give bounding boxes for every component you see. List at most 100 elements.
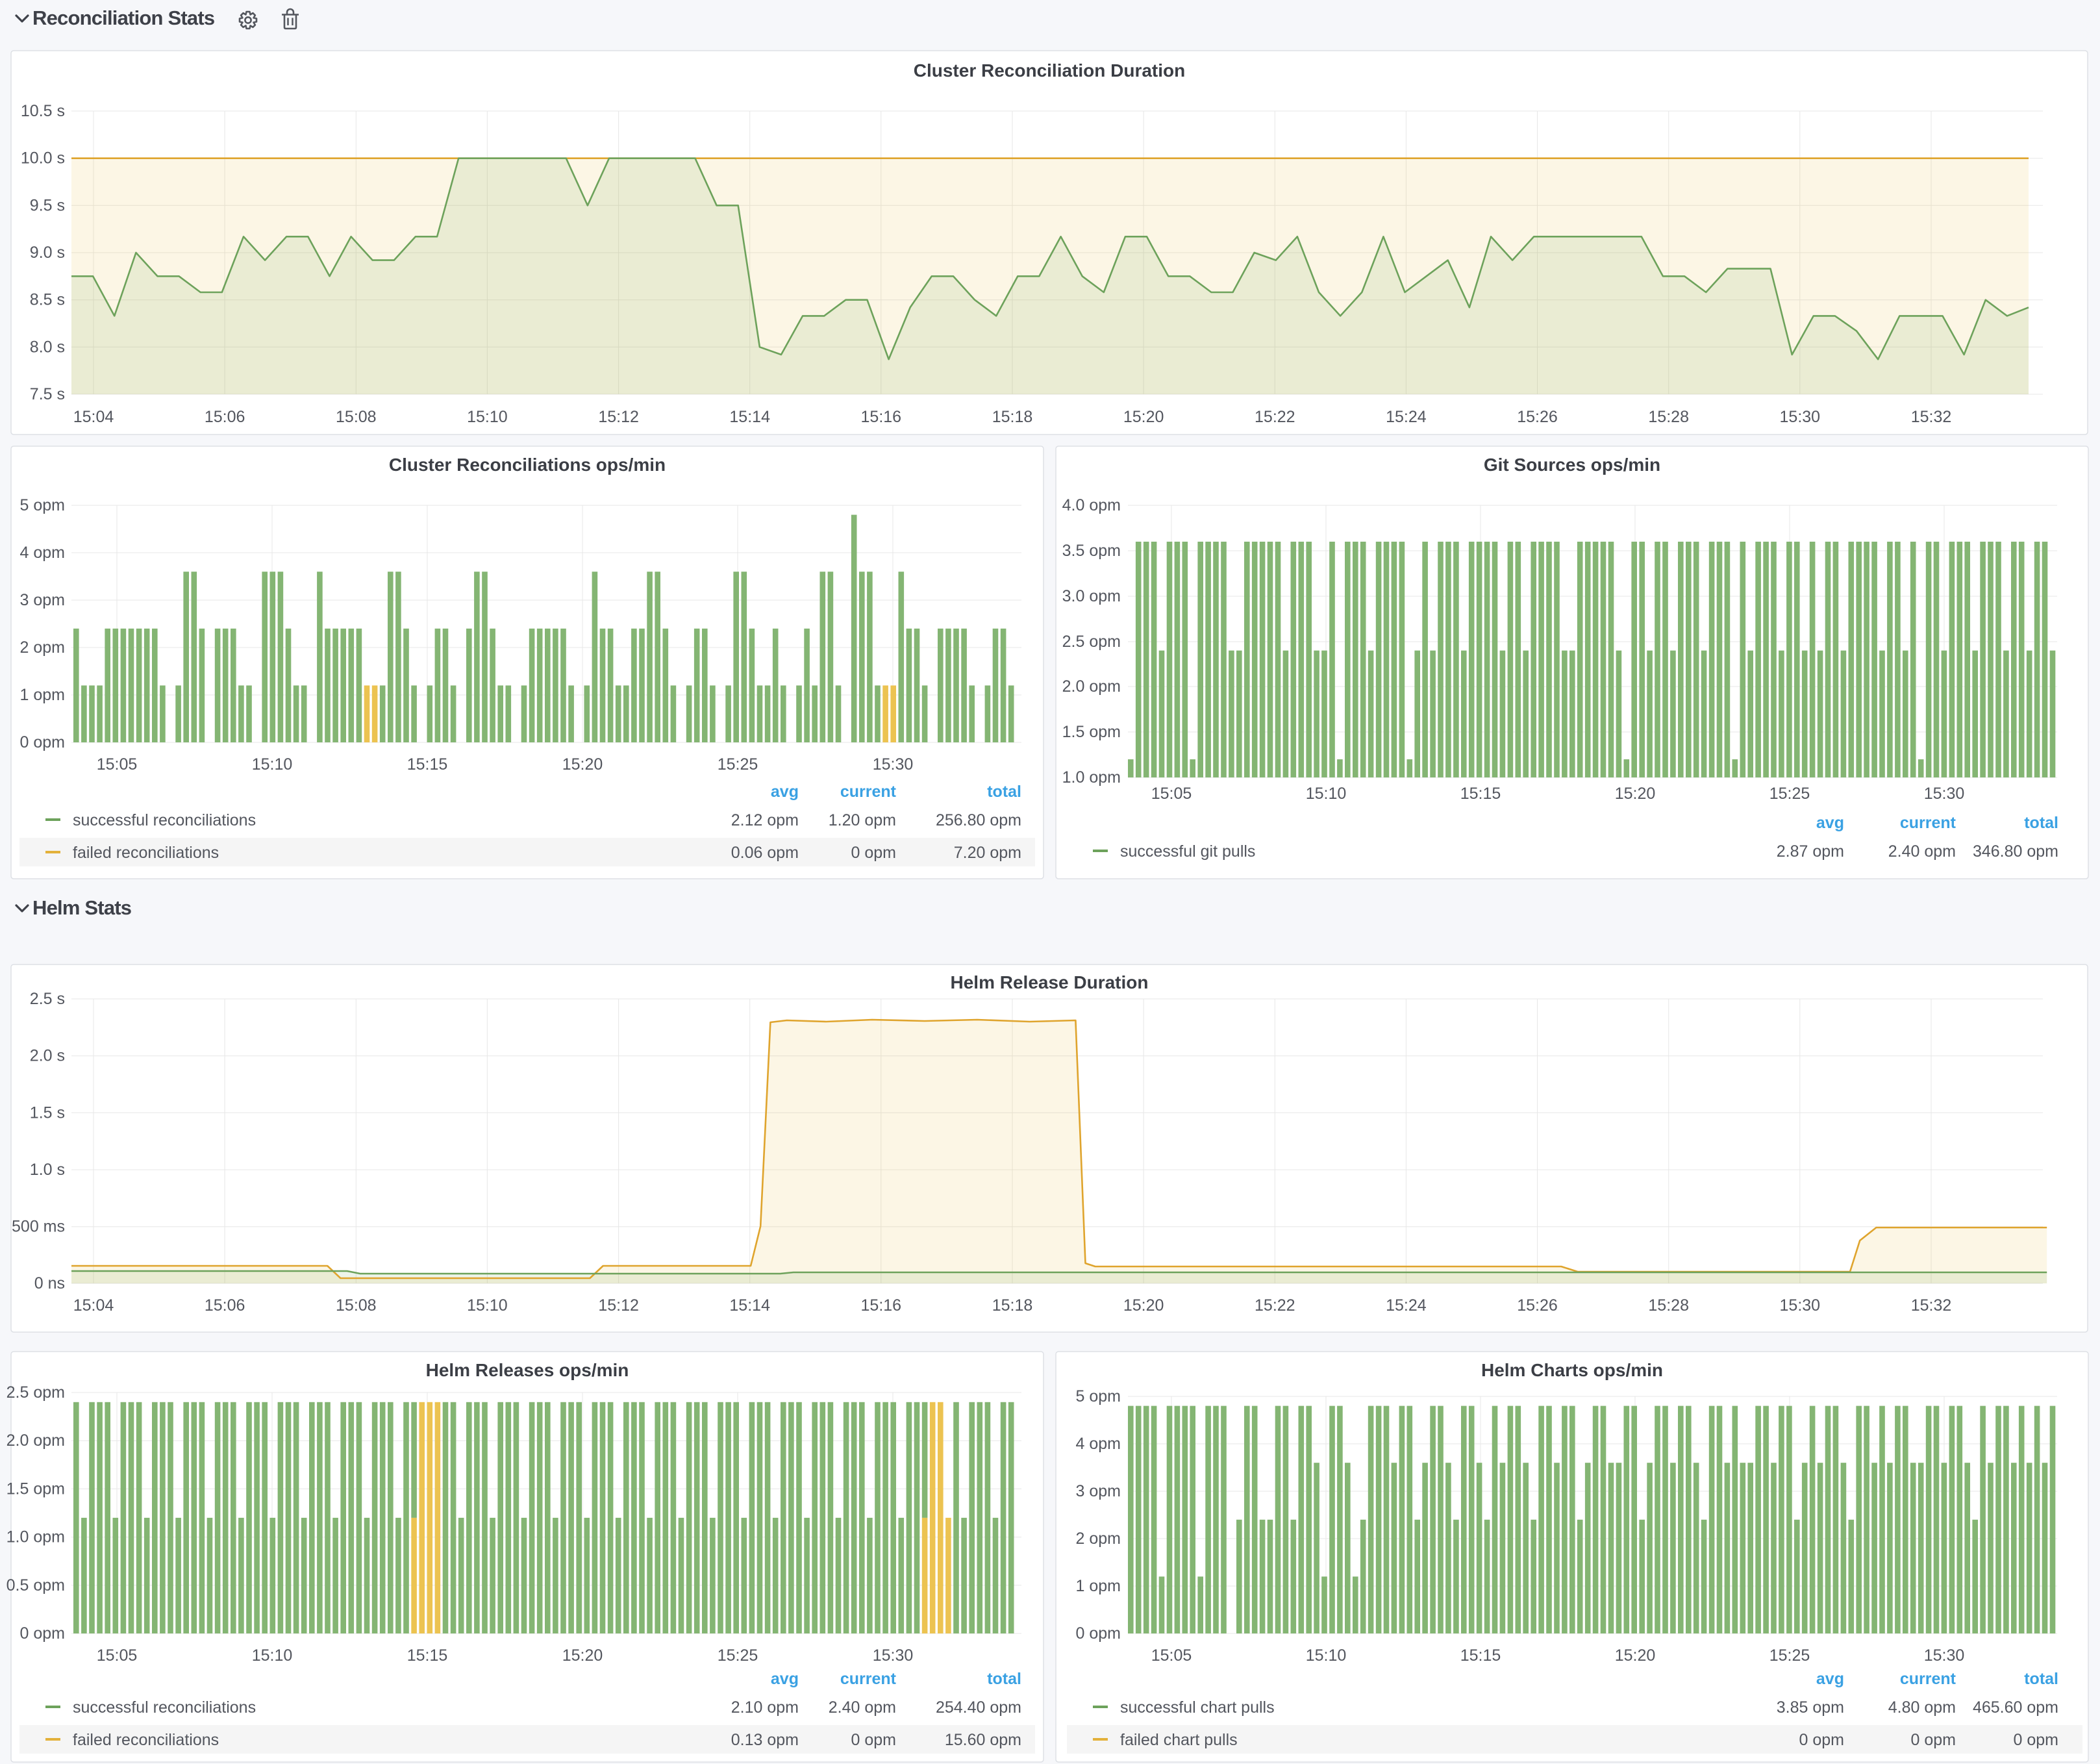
svg-text:4 opm: 4 opm: [1076, 1435, 1121, 1453]
svg-text:2.87 opm: 2.87 opm: [1777, 842, 1844, 861]
svg-text:4.0 opm: 4.0 opm: [1062, 496, 1121, 514]
svg-text:15:25: 15:25: [718, 755, 758, 774]
svg-text:3.85 opm: 3.85 opm: [1777, 1698, 1844, 1717]
svg-text:total: total: [987, 1670, 1021, 1688]
svg-text:254.40 opm: 254.40 opm: [936, 1698, 1021, 1717]
svg-text:1.5 opm: 1.5 opm: [6, 1480, 65, 1498]
svg-text:5 opm: 5 opm: [20, 496, 65, 514]
svg-text:1.0 opm: 1.0 opm: [1062, 768, 1121, 787]
svg-text:0.13 opm: 0.13 opm: [731, 1731, 799, 1749]
svg-text:15:15: 15:15: [1460, 1646, 1501, 1665]
svg-text:15:10: 15:10: [252, 1646, 293, 1665]
svg-text:Reconciliation Stats: Reconciliation Stats: [32, 6, 214, 29]
svg-text:15:14: 15:14: [729, 408, 770, 426]
svg-text:0 opm: 0 opm: [2014, 1731, 2058, 1749]
svg-text:5 opm: 5 opm: [1076, 1387, 1121, 1405]
svg-text:256.80 opm: 256.80 opm: [936, 811, 1021, 829]
svg-text:15:04: 15:04: [73, 408, 114, 426]
svg-text:avg: avg: [1816, 1670, 1844, 1688]
svg-text:15:10: 15:10: [467, 1296, 508, 1315]
svg-text:15:12: 15:12: [598, 408, 639, 426]
svg-text:15:05: 15:05: [1151, 785, 1192, 803]
svg-text:9.5 s: 9.5 s: [30, 196, 65, 214]
svg-text:total: total: [2024, 1670, 2058, 1688]
svg-text:7.20 opm: 7.20 opm: [954, 844, 1021, 862]
svg-text:1.5 opm: 1.5 opm: [1062, 723, 1121, 741]
svg-text:total: total: [987, 783, 1021, 801]
svg-text:15:20: 15:20: [562, 1646, 603, 1665]
svg-text:15:10: 15:10: [467, 408, 508, 426]
svg-text:15:10: 15:10: [1306, 785, 1347, 803]
svg-text:7.5 s: 7.5 s: [30, 385, 65, 403]
svg-text:successful reconciliations: successful reconciliations: [73, 1698, 256, 1717]
svg-text:15:20: 15:20: [562, 755, 603, 774]
svg-text:15:14: 15:14: [729, 1296, 770, 1315]
svg-text:0 opm: 0 opm: [20, 733, 65, 751]
svg-text:avg: avg: [771, 1670, 799, 1688]
svg-text:successful chart pulls: successful chart pulls: [1120, 1698, 1275, 1717]
svg-text:15:20: 15:20: [1615, 785, 1656, 803]
svg-text:3.0 opm: 3.0 opm: [1062, 587, 1121, 605]
svg-text:Cluster Reconciliations ops/mi: Cluster Reconciliations ops/min: [389, 455, 666, 475]
svg-text:465.60 opm: 465.60 opm: [1973, 1698, 2058, 1717]
svg-text:0.06 opm: 0.06 opm: [731, 844, 799, 862]
svg-text:15.60 opm: 15.60 opm: [945, 1731, 1021, 1749]
svg-text:failed reconciliations: failed reconciliations: [73, 844, 219, 862]
svg-text:successful reconciliations: successful reconciliations: [73, 811, 256, 829]
svg-text:Helm Charts ops/min: Helm Charts ops/min: [1481, 1360, 1663, 1380]
svg-text:346.80 opm: 346.80 opm: [1973, 842, 2058, 861]
svg-text:0 ns: 0 ns: [34, 1274, 65, 1292]
svg-text:15:12: 15:12: [598, 1296, 639, 1315]
svg-text:2.0 opm: 2.0 opm: [1062, 677, 1121, 696]
svg-text:15:26: 15:26: [1517, 1296, 1558, 1315]
svg-text:8.5 s: 8.5 s: [30, 291, 65, 309]
svg-text:15:15: 15:15: [1460, 785, 1501, 803]
svg-text:1.20 opm: 1.20 opm: [829, 811, 896, 829]
svg-text:10.0 s: 10.0 s: [21, 149, 65, 168]
svg-text:15:05: 15:05: [1151, 1646, 1192, 1665]
svg-text:15:15: 15:15: [407, 1646, 448, 1665]
svg-text:total: total: [2024, 814, 2058, 832]
svg-text:8.0 s: 8.0 s: [30, 338, 65, 356]
svg-text:4 opm: 4 opm: [20, 544, 65, 562]
svg-text:2.5 opm: 2.5 opm: [1062, 633, 1121, 651]
svg-text:15:28: 15:28: [1648, 1296, 1689, 1315]
svg-text:15:20: 15:20: [1123, 408, 1164, 426]
svg-text:current: current: [1900, 814, 1956, 832]
svg-text:500 ms: 500 ms: [12, 1218, 65, 1236]
svg-text:15:30: 15:30: [873, 755, 914, 774]
svg-text:15:30: 15:30: [1780, 408, 1821, 426]
svg-text:15:10: 15:10: [1306, 1646, 1347, 1665]
svg-text:failed chart pulls: failed chart pulls: [1120, 1731, 1238, 1749]
svg-text:2 opm: 2 opm: [1076, 1530, 1121, 1548]
svg-text:15:25: 15:25: [718, 1646, 758, 1665]
svg-text:15:06: 15:06: [205, 408, 245, 426]
svg-text:15:25: 15:25: [1769, 785, 1810, 803]
svg-text:1 opm: 1 opm: [1076, 1577, 1121, 1595]
svg-text:15:30: 15:30: [1924, 1646, 1965, 1665]
svg-text:avg: avg: [1816, 814, 1844, 832]
svg-text:15:05: 15:05: [97, 755, 138, 774]
svg-text:10.5 s: 10.5 s: [21, 102, 65, 120]
svg-text:15:16: 15:16: [861, 1296, 902, 1315]
svg-text:2.5 opm: 2.5 opm: [6, 1383, 65, 1402]
svg-text:15:24: 15:24: [1386, 1296, 1427, 1315]
svg-text:Helm Releases ops/min: Helm Releases ops/min: [426, 1360, 629, 1380]
svg-text:15:30: 15:30: [873, 1646, 914, 1665]
svg-text:2.10 opm: 2.10 opm: [731, 1698, 799, 1717]
svg-text:2.40 opm: 2.40 opm: [1888, 842, 1956, 861]
svg-text:15:25: 15:25: [1769, 1646, 1810, 1665]
svg-text:successful git pulls: successful git pulls: [1120, 842, 1255, 861]
svg-text:current: current: [840, 1670, 897, 1688]
svg-text:avg: avg: [771, 783, 799, 801]
svg-text:15:22: 15:22: [1255, 1296, 1295, 1315]
svg-text:15:22: 15:22: [1255, 408, 1295, 426]
svg-text:Cluster Reconciliation Duratio: Cluster Reconciliation Duration: [914, 60, 1186, 81]
svg-text:Helm Release Duration: Helm Release Duration: [951, 972, 1149, 992]
svg-text:15:28: 15:28: [1648, 408, 1689, 426]
svg-text:0.5 opm: 0.5 opm: [6, 1576, 65, 1594]
svg-text:15:08: 15:08: [336, 1296, 377, 1315]
svg-text:15:26: 15:26: [1517, 408, 1558, 426]
svg-text:15:16: 15:16: [861, 408, 902, 426]
svg-text:15:32: 15:32: [1911, 1296, 1952, 1315]
